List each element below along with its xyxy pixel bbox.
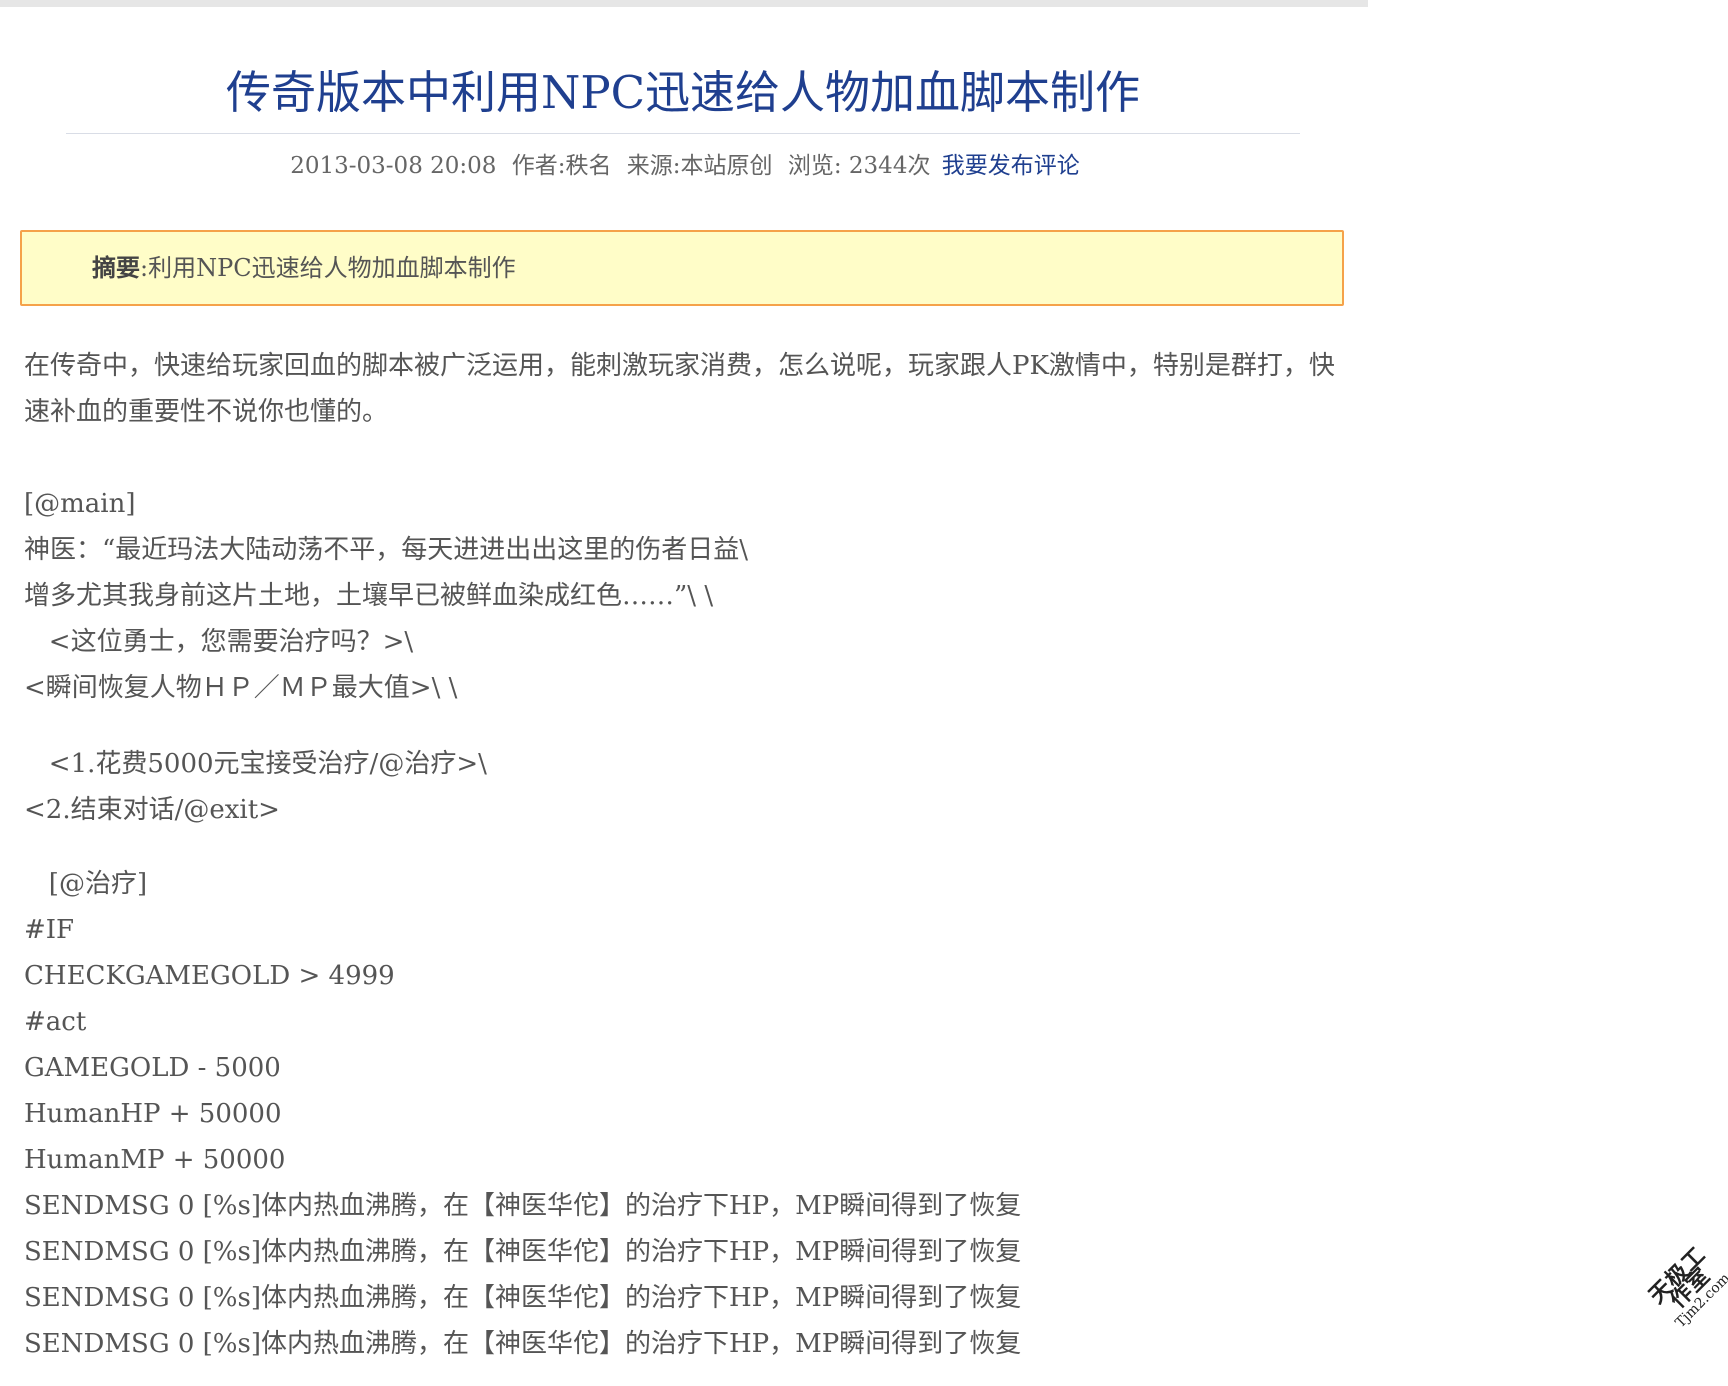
script-line: GAMEGOLD - 5000 (24, 1053, 281, 1083)
summary-box: 摘要:利用NPC迅速给人物加血脚本制作 (20, 230, 1344, 306)
meta-author: 作者:秩名 (511, 153, 612, 179)
post-comment-link[interactable]: 我要发布评论 (942, 153, 1080, 179)
article-title: 传奇版本中利用NPC迅速给人物加血脚本制作 (225, 66, 1141, 119)
summary-text: 摘要:利用NPC迅速给人物加血脚本制作 (92, 250, 516, 286)
script-line: SENDMSG 0 [%s]体内热血沸腾，在【神医华佗】的治疗下HP，MP瞬间得… (24, 1329, 1022, 1359)
script-line: SENDMSG 0 [%s]体内热血沸腾，在【神医华佗】的治疗下HP，MP瞬间得… (24, 1191, 1022, 1221)
script-line: 神医：“最近玛法大陆动荡不平，每天进进出出这里的伤者日益\ (24, 535, 749, 565)
script-line: SENDMSG 0 [%s]体内热血沸腾，在【神医华佗】的治疗下HP，MP瞬间得… (24, 1237, 1022, 1267)
script-line: HumanMP + 50000 (24, 1145, 286, 1175)
script-listing: [@main] 神医：“最近玛法大陆动荡不平，每天进进出出这里的伤者日益\ 增多… (24, 481, 1354, 1367)
title-divider (66, 133, 1300, 134)
script-line: #act (24, 1007, 87, 1037)
top-gray-bar (0, 0, 1368, 7)
script-line: <2.结束对话/@exit> (24, 795, 280, 825)
article-meta: 2013-03-08 20:08 作者:秩名 来源:本站原创 浏览: 2344次… (66, 148, 1300, 184)
script-line: [@治疗] (24, 869, 148, 899)
summary-label: 摘要 (92, 253, 140, 282)
script-line: HumanHP + 50000 (24, 1099, 282, 1129)
meta-views: 浏览: 2344次 (787, 153, 931, 179)
script-line: 增多尤其我身前这片土地，土壤早已被鲜血染成红色……”\ \ (24, 581, 714, 611)
meta-datetime: 2013-03-08 20:08 (290, 153, 497, 179)
article-body: 在传奇中，快速给玩家回血的脚本被广泛运用，能刺激玩家消费，怎么说呢，玩家跟人PK… (24, 343, 1354, 1367)
script-line: #IF (24, 915, 75, 945)
summary-content: :利用NPC迅速给人物加血脚本制作 (140, 254, 516, 282)
intro-paragraph: 在传奇中，快速给玩家回血的脚本被广泛运用，能刺激玩家消费，怎么说呢，玩家跟人PK… (24, 351, 1335, 427)
site-watermark: 天极工作室 Tjm2.com (1640, 1238, 1728, 1338)
script-line: SENDMSG 0 [%s]体内热血沸腾，在【神医华佗】的治疗下HP，MP瞬间得… (24, 1283, 1022, 1313)
script-line: [@main] (24, 489, 136, 519)
script-line: <1.花费5000元宝接受治疗/@治疗>\ (24, 749, 487, 779)
script-line: <瞬间恢复人物ＨＰ／ＭＰ最大值>\ \ (24, 673, 458, 703)
script-line: <这位勇士，您需要治疗吗？>\ (24, 627, 414, 657)
meta-source: 来源:本站原创 (626, 153, 773, 179)
script-line: CHECKGAMEGOLD > 4999 (24, 961, 395, 991)
